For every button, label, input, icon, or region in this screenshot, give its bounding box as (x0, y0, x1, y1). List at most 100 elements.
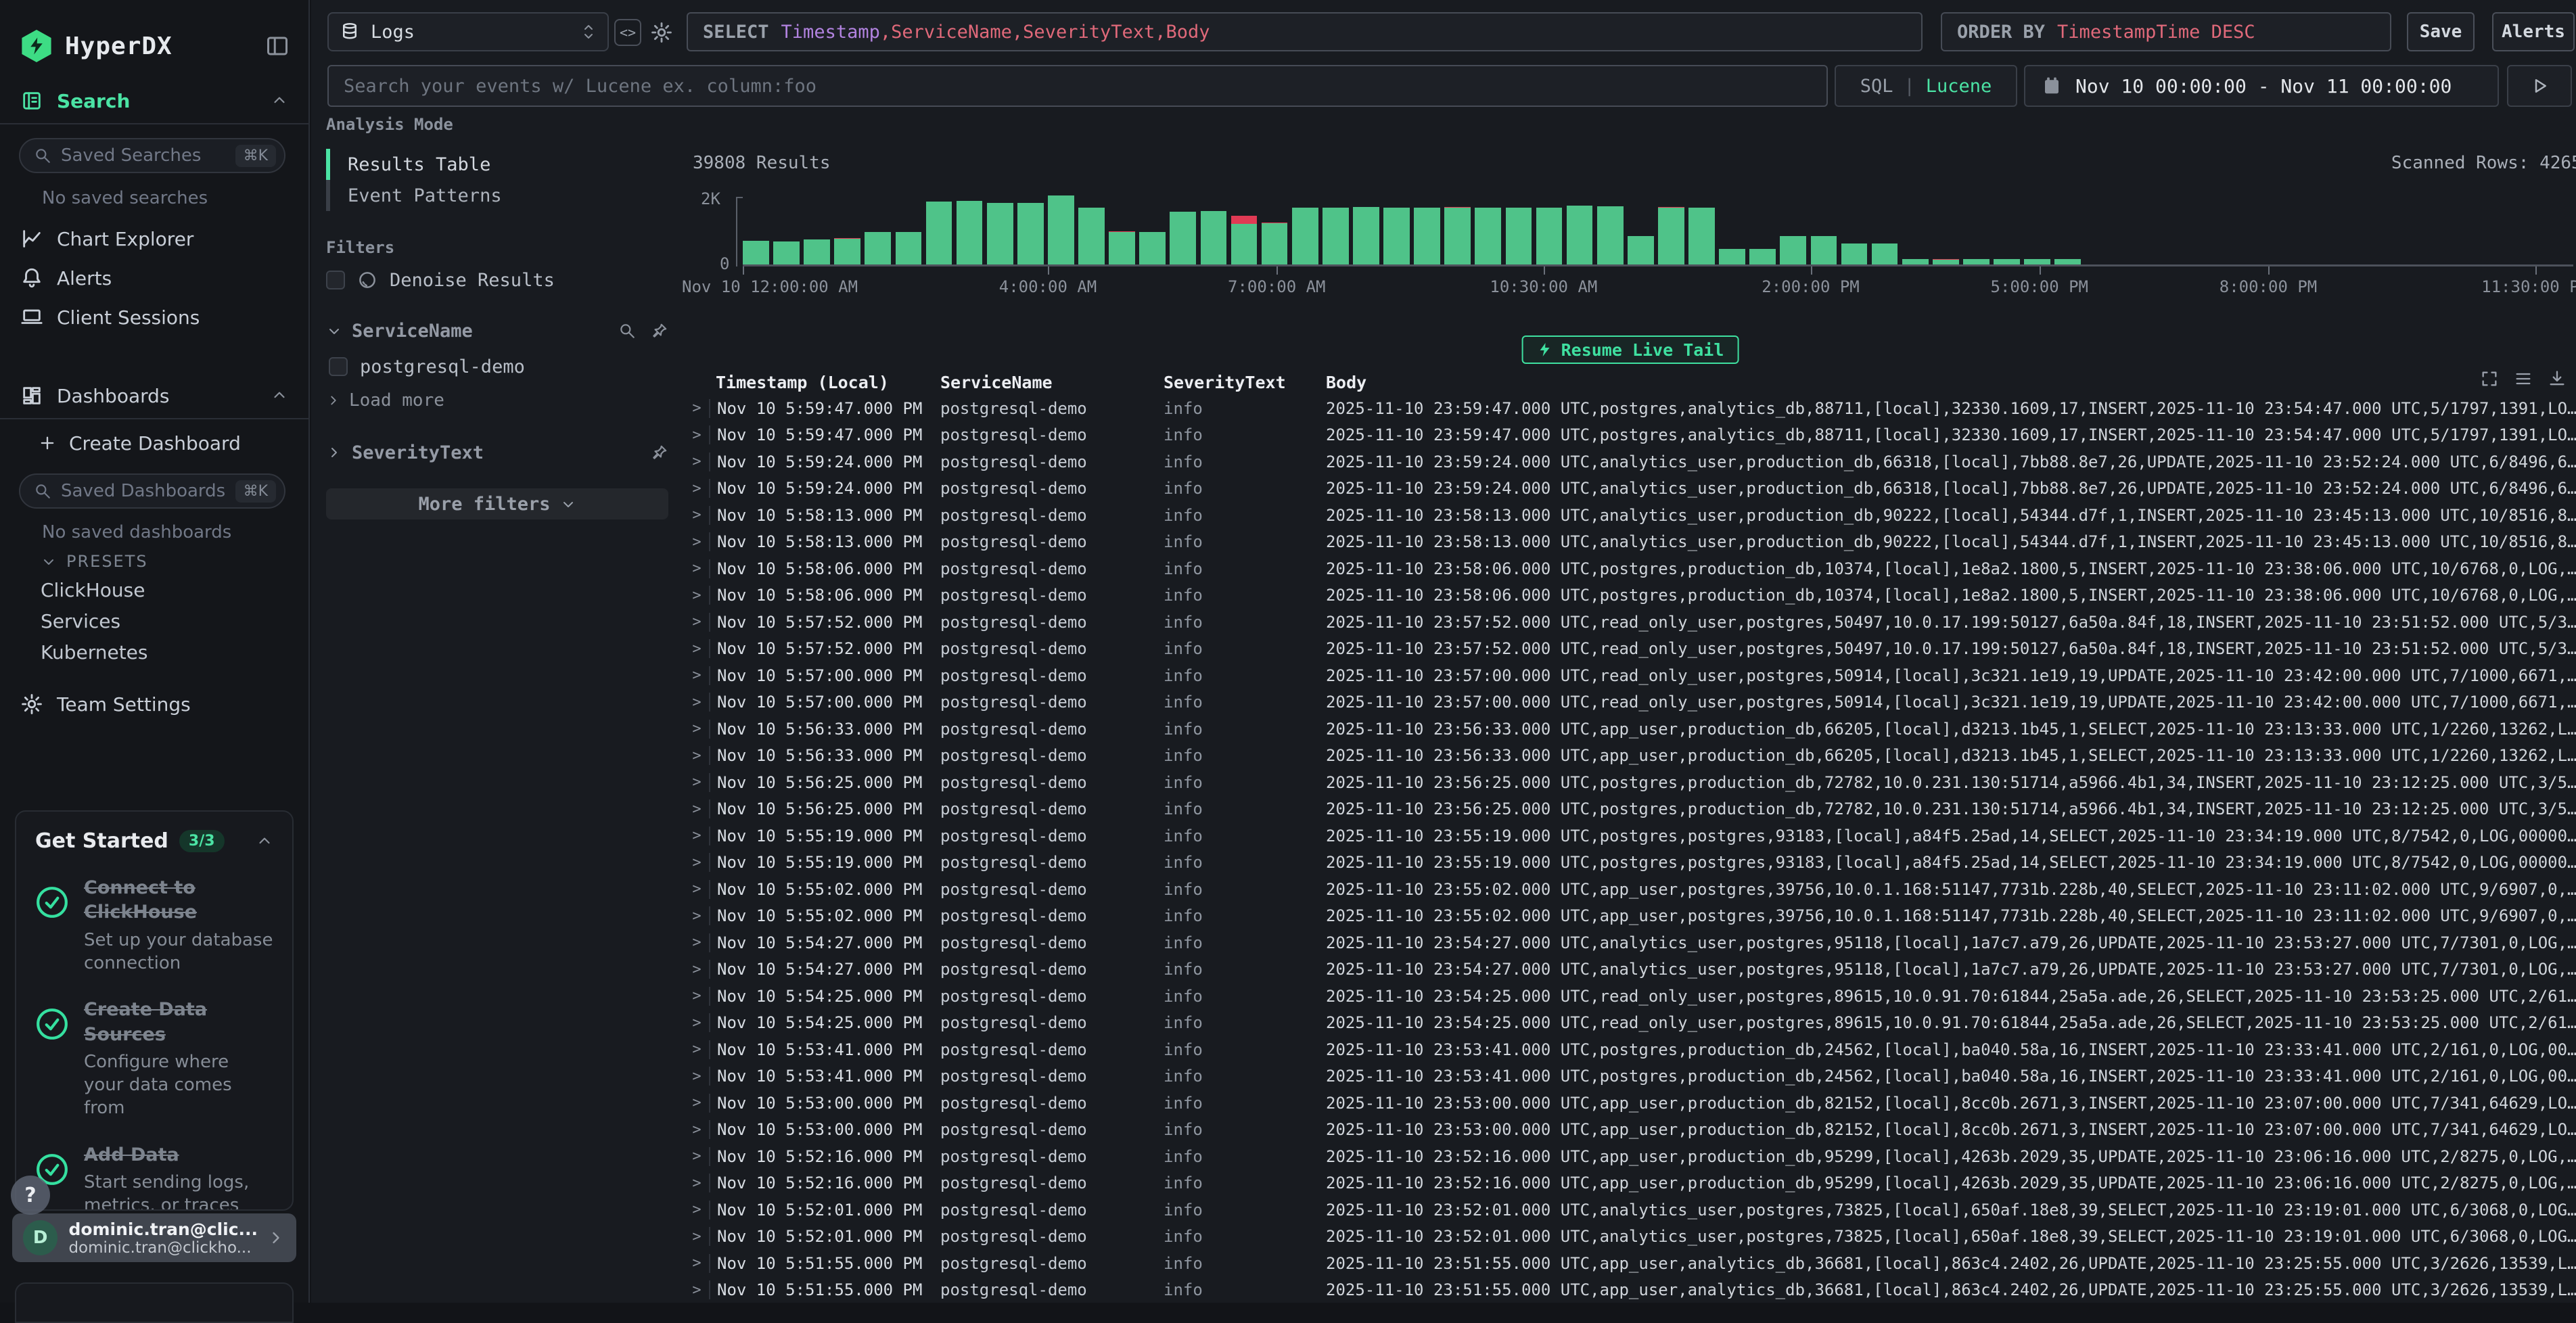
row-expand-chevron-icon[interactable]: > (685, 827, 709, 844)
histogram-bar[interactable] (1414, 208, 1440, 264)
histogram-bar[interactable] (1719, 249, 1745, 264)
row-expand-chevron-icon[interactable]: > (685, 934, 709, 951)
histogram-bar[interactable] (1994, 259, 2020, 264)
table-row[interactable]: > Nov 10 5:55:02.000 PM postgresql-demo … (685, 876, 2576, 903)
row-expand-chevron-icon[interactable]: > (685, 774, 709, 791)
order-by-input[interactable]: ORDER BY TimestampTime DESC (1941, 12, 2391, 51)
expand-table-icon[interactable] (2480, 369, 2499, 388)
histogram-bar[interactable] (896, 232, 922, 264)
table-row[interactable]: > Nov 10 5:57:52.000 PM postgresql-demo … (685, 609, 2576, 636)
table-row[interactable]: > Nov 10 5:53:41.000 PM postgresql-demo … (685, 1063, 2576, 1090)
row-expand-chevron-icon[interactable]: > (685, 1068, 709, 1085)
table-row[interactable]: > Nov 10 5:55:19.000 PM postgresql-demo … (685, 822, 2576, 850)
histogram-bar[interactable] (1262, 223, 1288, 264)
histogram-bar[interactable] (773, 241, 800, 264)
table-row[interactable]: > Nov 10 5:58:06.000 PM postgresql-demo … (685, 582, 2576, 609)
row-expand-chevron-icon[interactable]: > (685, 720, 709, 737)
row-expand-chevron-icon[interactable]: > (685, 1201, 709, 1218)
table-row[interactable]: > Nov 10 5:56:33.000 PM postgresql-demo … (685, 743, 2576, 770)
histogram-bar[interactable] (1139, 232, 1166, 264)
histogram-bar[interactable] (1963, 259, 1990, 264)
histogram-bar[interactable] (1078, 208, 1105, 264)
histogram-bar[interactable] (1201, 211, 1227, 264)
row-density-icon[interactable] (2514, 369, 2533, 388)
table-row[interactable]: > Nov 10 5:52:01.000 PM postgresql-demo … (685, 1197, 2576, 1224)
histogram-bar[interactable] (1780, 236, 1806, 264)
preset-clickhouse[interactable]: ClickHouse (41, 579, 145, 601)
filter-group-severitytext[interactable]: SeverityText (326, 434, 668, 471)
histogram-bar[interactable] (2024, 259, 2050, 264)
row-expand-chevron-icon[interactable]: > (685, 507, 709, 524)
download-icon[interactable] (2548, 369, 2567, 388)
histogram-bar[interactable] (834, 238, 860, 264)
table-row[interactable]: > Nov 10 5:56:33.000 PM postgresql-demo … (685, 716, 2576, 743)
help-button[interactable]: ? (11, 1176, 50, 1215)
user-menu[interactable]: D dominic.tran@clic... dominic.tran@clic… (12, 1213, 296, 1262)
histogram-bar[interactable] (1933, 259, 1959, 264)
row-expand-chevron-icon[interactable]: > (685, 694, 709, 711)
histogram-bar[interactable] (1231, 216, 1258, 264)
row-expand-chevron-icon[interactable]: > (685, 534, 709, 551)
row-expand-chevron-icon[interactable]: > (685, 1148, 709, 1165)
table-row[interactable]: > Nov 10 5:57:00.000 PM postgresql-demo … (685, 662, 2576, 689)
sidebar-item-client-sessions[interactable]: Client Sessions (0, 298, 308, 337)
row-expand-chevron-icon[interactable]: > (685, 1015, 709, 1031)
alerts-button[interactable]: Alerts (2492, 12, 2575, 51)
histogram-bar[interactable] (1322, 208, 1349, 264)
column-header-servicename[interactable]: ServiceName (934, 373, 1157, 392)
pin-icon[interactable] (651, 444, 668, 461)
table-row[interactable]: > Nov 10 5:58:13.000 PM postgresql-demo … (685, 529, 2576, 556)
table-row[interactable]: > Nov 10 5:52:16.000 PM postgresql-demo … (685, 1170, 2576, 1197)
chevron-up-icon[interactable] (256, 833, 273, 850)
row-expand-chevron-icon[interactable]: > (685, 988, 709, 1004)
get-started-step[interactable]: Add Data Start sending logs, metrics, or… (35, 1143, 273, 1211)
sidebar-item-alerts[interactable]: Alerts (0, 258, 308, 298)
more-filters-button[interactable]: More filters (326, 488, 668, 519)
table-row[interactable]: > Nov 10 5:54:25.000 PM postgresql-demo … (685, 983, 2576, 1010)
source-settings-gear-icon[interactable] (648, 19, 675, 46)
table-row[interactable]: > Nov 10 5:53:00.000 PM postgresql-demo … (685, 1117, 2576, 1144)
table-row[interactable]: > Nov 10 5:54:27.000 PM postgresql-demo … (685, 929, 2576, 956)
row-expand-chevron-icon[interactable]: > (685, 1175, 709, 1192)
row-expand-chevron-icon[interactable]: > (685, 1121, 709, 1138)
filter-option-postgresql-demo[interactable]: postgresql-demo (326, 349, 668, 384)
option-checkbox[interactable] (329, 357, 348, 376)
row-expand-chevron-icon[interactable]: > (685, 881, 709, 898)
table-row[interactable]: > Nov 10 5:59:47.000 PM postgresql-demo … (685, 395, 2576, 422)
mode-event-patterns[interactable]: Event Patterns (326, 180, 668, 211)
table-row[interactable]: > Nov 10 5:56:25.000 PM postgresql-demo … (685, 796, 2576, 823)
mode-results-table[interactable]: Results Table (326, 149, 668, 180)
histogram-bar[interactable] (1292, 208, 1318, 264)
row-expand-chevron-icon[interactable]: > (685, 961, 709, 978)
sidebar-item-dashboards[interactable]: Dashboards (0, 376, 308, 415)
row-expand-chevron-icon[interactable]: > (685, 400, 709, 417)
saved-dashboards-input[interactable]: Saved Dashboards ⌘K (19, 473, 285, 509)
table-row[interactable]: > Nov 10 5:58:13.000 PM postgresql-demo … (685, 502, 2576, 529)
row-expand-chevron-icon[interactable]: > (685, 801, 709, 818)
row-expand-chevron-icon[interactable]: > (685, 560, 709, 577)
sidebar-item-search[interactable]: Search (0, 81, 308, 120)
table-row[interactable]: > Nov 10 5:51:55.000 PM postgresql-demo … (685, 1250, 2576, 1277)
histogram-bar[interactable] (1109, 231, 1135, 264)
histogram-bar[interactable] (1017, 203, 1044, 264)
get-started-step[interactable]: Connect to ClickHouse Set up your databa… (35, 876, 273, 975)
source-select[interactable]: Logs (327, 12, 609, 51)
table-row[interactable]: > Nov 10 5:57:52.000 PM postgresql-demo … (685, 636, 2576, 663)
table-row[interactable]: > Nov 10 5:52:16.000 PM postgresql-demo … (685, 1143, 2576, 1170)
presets-section-header[interactable]: PRESETS (41, 552, 148, 571)
row-expand-chevron-icon[interactable]: > (685, 854, 709, 871)
table-row[interactable]: > Nov 10 5:54:27.000 PM postgresql-demo … (685, 956, 2576, 983)
row-expand-chevron-icon[interactable]: > (685, 908, 709, 925)
date-range-picker[interactable]: Nov 10 00:00:00 - Nov 11 00:00:00 (2024, 65, 2499, 107)
histogram-bar[interactable] (1353, 207, 1379, 264)
search-input[interactable]: Search your events w/ Lucene ex. column:… (327, 65, 1828, 107)
histogram-bar[interactable] (1536, 208, 1563, 264)
table-row[interactable]: > Nov 10 5:55:02.000 PM postgresql-demo … (685, 903, 2576, 930)
histogram-bar[interactable] (1811, 236, 1837, 264)
histogram-bar[interactable] (1628, 236, 1654, 264)
histogram-bar[interactable] (1475, 208, 1501, 264)
pin-icon[interactable] (651, 322, 668, 340)
table-row[interactable]: > Nov 10 5:58:06.000 PM postgresql-demo … (685, 555, 2576, 582)
saved-searches-input[interactable]: Saved Searches ⌘K (19, 138, 285, 173)
histogram-bar[interactable] (743, 241, 769, 264)
